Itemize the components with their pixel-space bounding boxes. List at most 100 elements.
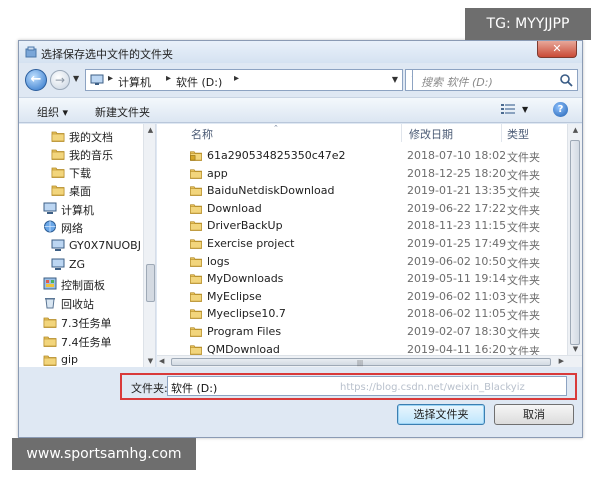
column-divider[interactable] bbox=[501, 124, 502, 142]
file-date: 2018-07-10 18:02 bbox=[407, 149, 507, 162]
column-header-type[interactable]: 类型 bbox=[507, 126, 529, 142]
file-date: 2018-06-02 11:05 bbox=[407, 307, 507, 321]
file-row[interactable]: Download 2019-06-22 17:22 文件夹 bbox=[157, 200, 567, 217]
nav-item-label: 7.3任务单 bbox=[61, 317, 112, 330]
select-folder-button[interactable]: 选择文件夹 bbox=[397, 404, 485, 425]
view-options-icon[interactable] bbox=[501, 103, 515, 115]
scroll-right-icon[interactable]: ▶ bbox=[559, 357, 564, 365]
folder-icon bbox=[51, 131, 65, 142]
horizontal-scroll-thumb[interactable]: ||| bbox=[171, 358, 551, 367]
breadcrumb-separator-icon[interactable]: ▸ bbox=[166, 73, 171, 84]
new-folder-button[interactable]: 新建文件夹 bbox=[95, 104, 150, 120]
nav-item-label: 7.4任务单 bbox=[61, 336, 112, 349]
horizontal-scrollbar[interactable]: ◀ ||| ▶ bbox=[157, 355, 582, 367]
file-type: 文件夹 bbox=[507, 203, 540, 217]
file-type: 文件夹 bbox=[507, 274, 540, 288]
file-name: MyDownloads bbox=[207, 272, 284, 286]
file-row[interactable]: 61a290534825350c47e2 2018-07-10 18:02 文件夹 bbox=[157, 147, 567, 164]
file-list: ⌃ 名称 修改日期 类型 61a290534825350c47e2 2018-07… bbox=[157, 124, 582, 367]
search-box[interactable]: 搜索 软件 (D:) bbox=[412, 69, 578, 91]
file-type: 文件夹 bbox=[507, 291, 540, 305]
help-icon[interactable]: ? bbox=[553, 102, 568, 117]
file-row[interactable]: Exercise project 2019-01-25 17:49 文件夹 bbox=[157, 235, 567, 252]
file-list-scroll-thumb[interactable] bbox=[570, 140, 580, 345]
search-input[interactable]: 搜索 软件 (D:) bbox=[421, 74, 493, 90]
recycle-bin-icon bbox=[45, 298, 55, 309]
computer-icon bbox=[51, 258, 65, 270]
dialog-footer: 文件夹: 软件 (D:) 选择文件夹 取消 bbox=[19, 367, 582, 437]
file-date: 2019-02-07 18:30 bbox=[407, 325, 507, 338]
control-panel-icon bbox=[43, 277, 57, 290]
file-row[interactable]: BaiduNetdiskDownload 2019-01-21 13:35 文件夹 bbox=[157, 182, 567, 199]
close-button[interactable]: ✕ bbox=[537, 41, 577, 58]
column-header-date[interactable]: 修改日期 bbox=[409, 126, 453, 142]
folder-icon bbox=[190, 344, 202, 355]
address-bar[interactable]: ▸ 计算机 ▸ 软件 (D:) ▸ ▼ bbox=[85, 69, 403, 91]
file-name: MyEclipse bbox=[207, 289, 262, 303]
back-arrow-icon: ← bbox=[30, 72, 42, 87]
file-date: 2019-01-25 17:49 bbox=[407, 237, 507, 250]
column-divider[interactable] bbox=[401, 124, 402, 142]
scroll-down-icon[interactable]: ▼ bbox=[144, 357, 155, 365]
command-bar: 组织 ▾ 新建文件夹 ▼ ? bbox=[19, 97, 582, 123]
file-type: 文件夹 bbox=[507, 186, 540, 200]
folder-icon bbox=[51, 185, 65, 196]
file-name: BaiduNetdiskDownload bbox=[207, 184, 335, 198]
nav-item-label: 桌面 bbox=[69, 185, 91, 198]
nav-item-label: 下载 bbox=[69, 167, 91, 180]
file-type: 文件夹 bbox=[507, 221, 540, 235]
file-row[interactable]: DriverBackUp 2018-11-23 11:15 文件夹 bbox=[157, 217, 567, 234]
csdn-watermark: https://blog.csdn.net/weixin_Blackyiz bbox=[340, 382, 525, 393]
history-dropdown-icon[interactable]: ▼ bbox=[73, 74, 79, 83]
file-row[interactable]: MyEclipse 2019-06-02 11:03 文件夹 bbox=[157, 288, 567, 305]
breadcrumb-separator-icon[interactable]: ▸ bbox=[234, 73, 239, 84]
file-name: Download bbox=[207, 201, 262, 215]
file-type: 文件夹 bbox=[507, 168, 540, 182]
address-dropdown-icon[interactable]: ▼ bbox=[392, 75, 398, 84]
file-name: Myeclipse10.7 bbox=[207, 307, 286, 321]
scroll-left-icon[interactable]: ◀ bbox=[159, 357, 164, 365]
file-type: 文件夹 bbox=[507, 151, 540, 164]
back-button[interactable]: ← bbox=[25, 69, 47, 91]
folder-icon bbox=[190, 168, 202, 179]
folder-icon bbox=[43, 355, 57, 366]
navigation-pane: 我的文档 我的音乐 下载 桌面 计算机 网络 GY0X7NUOBJ ZG 控制面板 回收站 7.3任… bbox=[19, 124, 156, 367]
file-date: 2019-01-21 13:35 bbox=[407, 184, 507, 198]
scroll-up-icon[interactable]: ▲ bbox=[568, 126, 582, 134]
forward-button[interactable]: → bbox=[50, 70, 70, 90]
column-header-name[interactable]: 名称 bbox=[191, 126, 213, 142]
file-type: 文件夹 bbox=[507, 239, 540, 252]
organize-button[interactable]: 组织 ▾ bbox=[37, 104, 68, 120]
folder-icon bbox=[190, 239, 202, 249]
nav-item-label: ZG bbox=[69, 258, 86, 271]
site-overlay-label: www.sportsamhg.com bbox=[12, 438, 196, 470]
view-dropdown-icon[interactable]: ▼ bbox=[522, 105, 528, 114]
breadcrumb-drive[interactable]: 软件 (D:) bbox=[176, 74, 222, 90]
file-row[interactable]: app 2018-12-25 18:20 文件夹 bbox=[157, 165, 567, 182]
scroll-up-icon[interactable]: ▲ bbox=[144, 126, 155, 134]
folder-icon bbox=[43, 336, 57, 347]
screenshot: 选择保存选中文件的文件夹 ✕ ← → ▼ ▸ 计算机 ▸ 软件 (D:) ▸ ▼… bbox=[0, 0, 600, 480]
file-row[interactable]: Myeclipse10.7 2018-06-02 11:05 文件夹 bbox=[157, 305, 567, 322]
breadcrumb-separator-icon[interactable]: ▸ bbox=[108, 73, 113, 84]
file-row[interactable]: Program Files 2019-02-07 18:30 文件夹 bbox=[157, 323, 567, 340]
nav-scroll-thumb[interactable] bbox=[146, 264, 155, 302]
folder-picker-dialog: 选择保存选中文件的文件夹 ✕ ← → ▼ ▸ 计算机 ▸ 软件 (D:) ▸ ▼… bbox=[18, 40, 583, 438]
nav-scrollbar[interactable]: ▲ ▼ bbox=[143, 124, 155, 367]
breadcrumb-computer[interactable]: 计算机 bbox=[118, 74, 151, 90]
dialog-title: 选择保存选中文件的文件夹 bbox=[41, 48, 173, 61]
folder-icon bbox=[190, 292, 202, 302]
locked-folder-icon bbox=[190, 151, 202, 161]
folder-field-label: 文件夹: bbox=[131, 382, 168, 395]
file-row[interactable]: logs 2019-06-02 10:50 文件夹 bbox=[157, 253, 567, 270]
search-icon[interactable] bbox=[559, 73, 573, 87]
file-row[interactable]: MyDownloads 2019-05-11 19:14 文件夹 bbox=[157, 270, 567, 287]
cancel-button[interactable]: 取消 bbox=[494, 404, 574, 425]
file-name: app bbox=[207, 166, 228, 180]
file-date: 2019-06-02 10:50 bbox=[407, 254, 507, 268]
file-name: DriverBackUp bbox=[207, 219, 283, 233]
folder-icon bbox=[190, 256, 202, 267]
file-list-scrollbar[interactable]: ▲ ▼ bbox=[567, 124, 582, 355]
nav-item-label: 控制面板 bbox=[61, 279, 105, 292]
scroll-down-icon[interactable]: ▼ bbox=[568, 345, 582, 353]
